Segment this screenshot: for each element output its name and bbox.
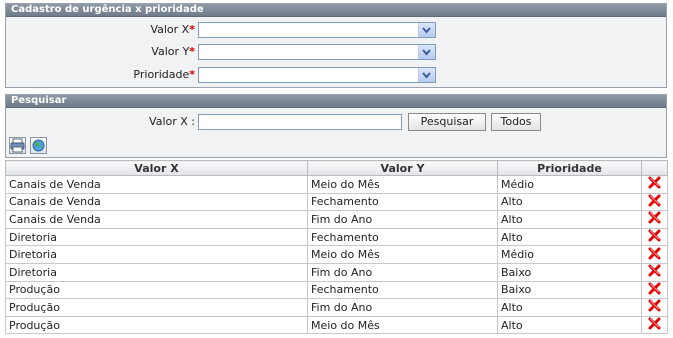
cell-valor-x: Diretoria: [5, 227, 308, 247]
all-button[interactable]: Todos: [491, 113, 541, 131]
cell-valor-y: Fim do Ano: [307, 262, 498, 282]
table-row[interactable]: Diretoria Fim do Ano Baixo: [5, 262, 668, 282]
table-row[interactable]: Canais de Venda Fechamento Alto: [5, 192, 668, 212]
chevron-down-icon: [422, 49, 431, 56]
delete-button[interactable]: [641, 315, 668, 335]
search-panel-title: Pesquisar: [6, 95, 666, 108]
valor-x-select[interactable]: [198, 22, 436, 38]
required-mark: *: [189, 45, 195, 58]
delete-icon: [648, 229, 661, 242]
table-row[interactable]: Produção Fim do Ano Alto: [5, 298, 668, 317]
delete-icon: [648, 211, 661, 224]
cell-prioridade: Alto: [497, 298, 642, 317]
register-panel-title: Cadastro de urgência x prioridade: [6, 4, 666, 17]
cell-prioridade: Alto: [497, 315, 642, 335]
column-header-prioridade[interactable]: Prioridade: [497, 160, 642, 176]
valor-y-dropdown-button[interactable]: [418, 45, 435, 59]
prioridade-select[interactable]: [198, 67, 436, 83]
delete-icon: [648, 317, 661, 330]
column-header-actions: [641, 160, 668, 176]
table-row[interactable]: Produção Fechamento Baixo: [5, 280, 668, 300]
chevron-down-icon: [422, 27, 431, 34]
cell-prioridade: Baixo: [497, 280, 642, 300]
delete-icon: [648, 282, 661, 295]
delete-button[interactable]: [641, 192, 668, 212]
cell-valor-x: Canais de Venda: [5, 175, 308, 194]
delete-icon: [648, 176, 661, 189]
cell-valor-x: Produção: [5, 315, 308, 335]
cell-valor-x: Produção: [5, 298, 308, 317]
field-label-valor-y: Valor Y*: [95, 44, 195, 60]
print-button[interactable]: [9, 137, 26, 154]
table-row[interactable]: Produção Meio do Mês Alto: [5, 315, 668, 335]
cell-valor-y: Fechamento: [307, 192, 498, 212]
search-label: Valor X :: [149, 115, 195, 128]
cell-valor-y: Fim do Ano: [307, 210, 498, 229]
table-row[interactable]: Diretoria Fechamento Alto: [5, 227, 668, 247]
globe-button[interactable]: [30, 137, 47, 154]
column-header-valor-y[interactable]: Valor Y: [307, 160, 498, 176]
cell-valor-x: Produção: [5, 280, 308, 300]
cell-prioridade: Alto: [497, 227, 642, 247]
cell-valor-x: Canais de Venda: [5, 192, 308, 212]
delete-icon: [648, 194, 661, 207]
cell-valor-y: Meio do Mês: [307, 175, 498, 194]
valor-x-dropdown-button[interactable]: [418, 23, 435, 37]
delete-button[interactable]: [641, 245, 668, 264]
delete-button[interactable]: [641, 262, 668, 282]
globe-icon: [32, 139, 45, 152]
prioridade-label: Prioridade: [133, 68, 190, 81]
column-header-valor-x[interactable]: Valor X: [5, 160, 308, 176]
field-label-prioridade: Prioridade*: [95, 67, 195, 83]
cell-valor-y: Meio do Mês: [307, 315, 498, 335]
table-row[interactable]: Canais de Venda Meio do Mês Médio: [5, 175, 668, 194]
delete-icon: [648, 247, 661, 260]
required-mark: *: [189, 68, 195, 81]
print-icon: [10, 138, 25, 153]
valor-y-select[interactable]: [198, 44, 436, 60]
delete-button[interactable]: [641, 280, 668, 300]
delete-icon: [648, 264, 661, 277]
cell-prioridade: Médio: [497, 175, 642, 194]
cell-valor-y: Fim do Ano: [307, 298, 498, 317]
cell-valor-y: Fechamento: [307, 280, 498, 300]
cell-prioridade: Médio: [497, 245, 642, 264]
delete-button[interactable]: [641, 175, 668, 194]
cell-valor-y: Fechamento: [307, 227, 498, 247]
chevron-down-icon: [422, 72, 431, 79]
required-mark: *: [189, 23, 195, 36]
cell-prioridade: Alto: [497, 192, 642, 212]
cell-valor-y: Meio do Mês: [307, 245, 498, 264]
search-input[interactable]: [198, 114, 402, 130]
cell-prioridade: Alto: [497, 210, 642, 229]
search-button[interactable]: Pesquisar: [408, 113, 486, 131]
delete-button[interactable]: [641, 227, 668, 247]
cell-prioridade: Baixo: [497, 262, 642, 282]
field-label-valor-x: Valor X*: [95, 22, 195, 38]
valor-y-label: Valor Y: [151, 45, 190, 58]
valor-x-label: Valor X: [150, 23, 190, 36]
prioridade-dropdown-button[interactable]: [418, 68, 435, 82]
results-table: Valor X Valor Y Prioridade Canais de Ven…: [5, 160, 668, 335]
table-header-row: Valor X Valor Y Prioridade: [5, 160, 668, 176]
cell-valor-x: Canais de Venda: [5, 210, 308, 229]
table-row[interactable]: Canais de Venda Fim do Ano Alto: [5, 210, 668, 229]
delete-button[interactable]: [641, 298, 668, 317]
cell-valor-x: Diretoria: [5, 245, 308, 264]
table-row[interactable]: Diretoria Meio do Mês Médio: [5, 245, 668, 264]
delete-icon: [648, 299, 661, 312]
delete-button[interactable]: [641, 210, 668, 229]
cell-valor-x: Diretoria: [5, 262, 308, 282]
